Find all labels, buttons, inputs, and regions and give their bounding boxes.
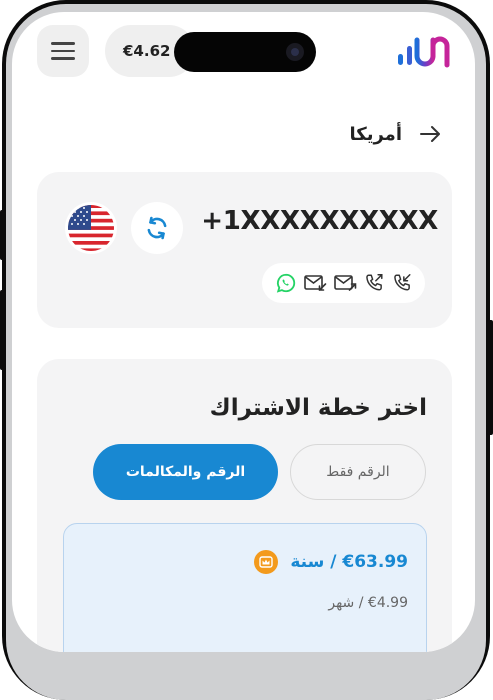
refresh-button[interactable] [131, 202, 183, 254]
whatsapp-icon [276, 273, 295, 293]
volume-button [0, 290, 6, 370]
us-flag-icon [65, 202, 117, 254]
balance-value: €4.62 [123, 42, 171, 60]
app-screen: €4.62 أمريكا +1XXXXXXXXXX اختر خطة الاشت… [12, 12, 475, 652]
call-outgoing-icon [365, 274, 383, 291]
monthly-price: €4.99 / شهر [328, 595, 408, 611]
plan-card: اختر خطة الاشتراك الرقم فقط الرقم والمكا… [37, 359, 452, 652]
volume-button [0, 210, 6, 260]
tab-number-and-calls[interactable]: الرقم والمكالمات [93, 444, 278, 500]
plan-title: اختر خطة الاشتراك [209, 395, 427, 421]
brand-logo-icon [398, 36, 450, 68]
power-button [487, 320, 493, 435]
hamburger-icon [51, 42, 75, 60]
number-card: +1XXXXXXXXXX [37, 172, 452, 328]
yearly-price-row: €63.99 / سنة [254, 550, 408, 574]
phone-number[interactable]: +1XXXXXXXXXX [201, 206, 438, 236]
refresh-icon [147, 216, 167, 240]
sms-incoming-icon [303, 275, 326, 291]
menu-button[interactable] [37, 25, 89, 77]
capabilities-bar [262, 263, 425, 303]
tab-number-only[interactable]: الرقم فقط [290, 444, 426, 500]
camera-icon [286, 43, 304, 61]
sms-outgoing-icon [333, 275, 356, 291]
crown-icon [254, 550, 279, 574]
yearly-price: €63.99 / سنة [290, 552, 408, 572]
dynamic-island [174, 32, 316, 72]
page-title: أمريكا [349, 123, 403, 145]
plan-option-selected[interactable]: €63.99 / سنة €4.99 / شهر [63, 523, 427, 652]
call-incoming-icon [393, 274, 411, 291]
page-header: أمريكا [312, 117, 442, 151]
arrow-right-icon[interactable] [418, 122, 442, 146]
